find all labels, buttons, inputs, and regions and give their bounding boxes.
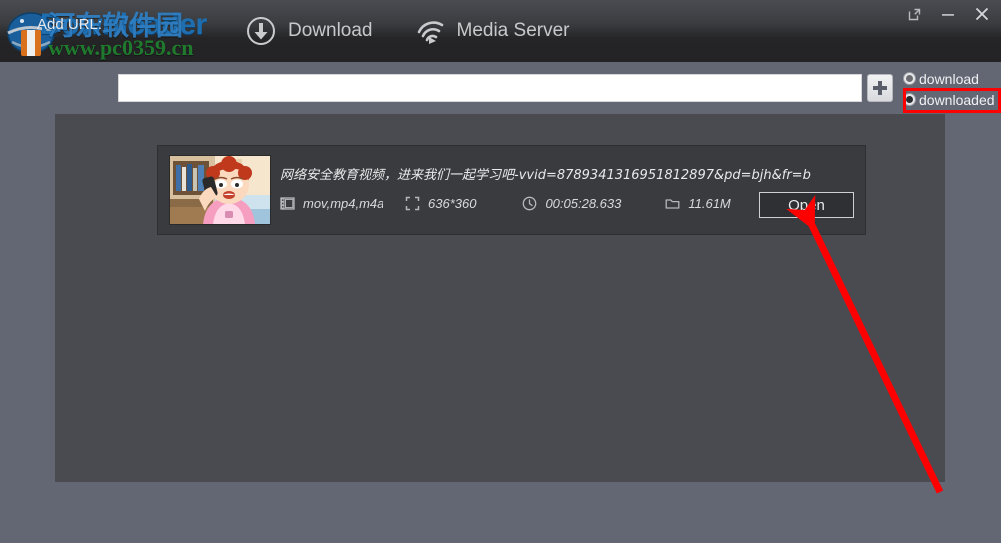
restore-icon[interactable] (899, 1, 929, 27)
plus-icon-vertical (878, 81, 882, 95)
search-input[interactable] (118, 74, 862, 102)
meta-resolution-value: 636*360 (428, 196, 477, 211)
wifi-cast-icon (415, 16, 445, 46)
nav-label-media-server: Media Server (456, 20, 570, 41)
clock-icon (522, 196, 537, 211)
download-circle-icon (246, 16, 276, 46)
meta-format: mov,mp4,m4a (280, 196, 383, 211)
meta-resolution: 636*360 (405, 196, 476, 211)
resize-icon (405, 196, 420, 211)
window-controls (899, 0, 997, 28)
app-window: Downloader 河东软件园 www.pc0359.cn Download (0, 0, 1001, 543)
minimize-icon[interactable] (933, 1, 963, 27)
main-nav: Download Media Server (246, 0, 570, 62)
close-icon[interactable] (967, 1, 997, 27)
meta-size: 11.61M (665, 196, 731, 211)
video-thumbnail (169, 155, 271, 225)
list-item[interactable]: 网络安全教育视频，进来我们一起学习吧-vvid=8789341316951812… (157, 145, 866, 235)
meta-format-value: mov,mp4,m4a (303, 196, 383, 211)
add-url-button[interactable] (867, 74, 893, 102)
nav-item-media-server[interactable]: Media Server (415, 0, 570, 62)
item-title: 网络安全教育视频，进来我们一起学习吧-vvid=8789341316951812… (280, 168, 811, 183)
title-bar: Downloader 河东软件园 www.pc0359.cn Download (0, 0, 1001, 62)
radio-download[interactable]: download (903, 68, 1001, 89)
filter-radio-group: download downloaded (903, 68, 1001, 110)
radio-label-download: download (919, 70, 979, 87)
folder-icon (665, 196, 680, 211)
url-label: Add URL: (37, 16, 103, 33)
open-button[interactable]: Open (759, 192, 854, 218)
watermark-url: www.pc0359.cn (48, 35, 194, 60)
film-icon (280, 196, 295, 211)
nav-label-download: Download (288, 20, 373, 41)
radio-icon-downloaded (903, 93, 916, 106)
nav-item-download[interactable]: Download (246, 0, 373, 62)
meta-duration-value: 00:05:28.633 (545, 196, 622, 211)
radio-downloaded[interactable]: downloaded (903, 89, 1001, 110)
radio-icon-download (903, 72, 916, 85)
radio-label-downloaded: downloaded (919, 91, 995, 108)
meta-duration: 00:05:28.633 (522, 196, 621, 211)
item-meta-row: mov,mp4,m4a 636*360 00:05:28.633 11.61M (280, 196, 731, 211)
meta-size-value: 11.61M (688, 196, 731, 211)
